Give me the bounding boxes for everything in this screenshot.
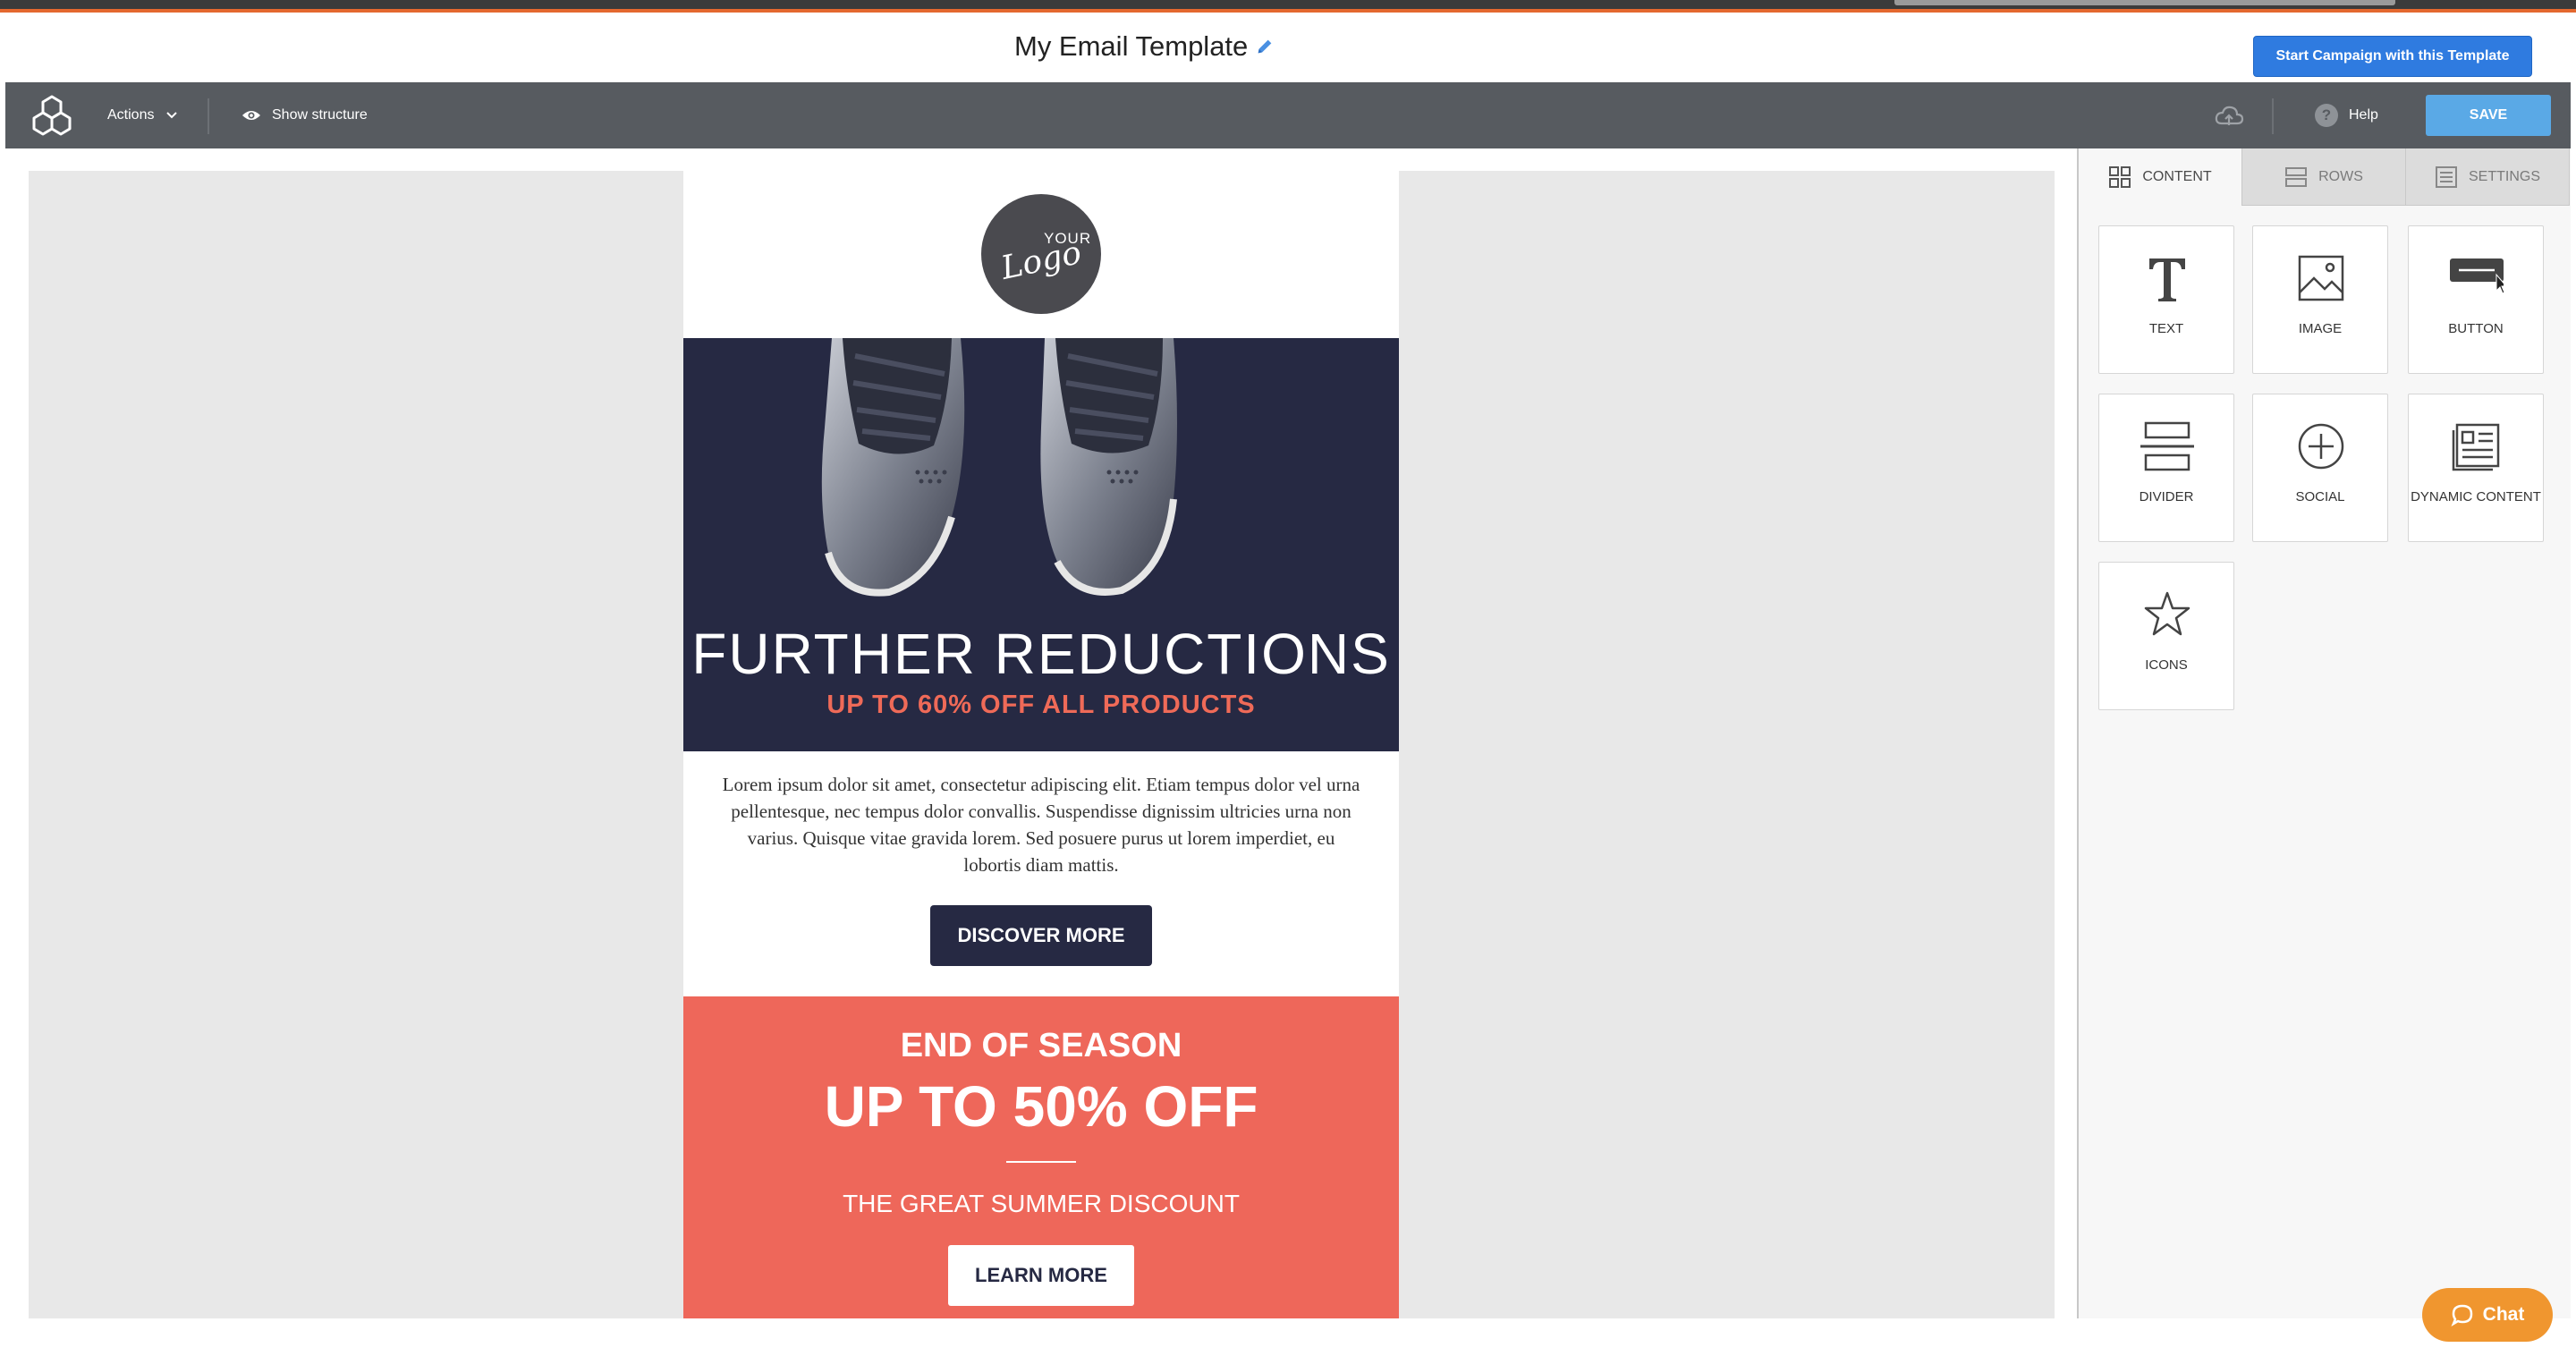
eye-icon bbox=[242, 111, 260, 120]
body-paragraph[interactable]: Lorem ipsum dolor sit amet, consectetur … bbox=[719, 771, 1363, 878]
discover-more-button[interactable]: DISCOVER MORE bbox=[930, 905, 1152, 966]
help-link[interactable]: ? Help bbox=[2315, 102, 2378, 129]
hero-banner[interactable]: FURTHER REDUCTIONS UP TO 60% OFF ALL PRO… bbox=[683, 338, 1399, 751]
template-title-group[interactable]: My Email Template bbox=[1014, 29, 1275, 64]
hero-title: FURTHER REDUCTIONS bbox=[691, 622, 1391, 686]
divider-icon bbox=[2140, 421, 2194, 471]
promo-subline: THE GREAT SUMMER DISCOUNT bbox=[843, 1190, 1240, 1217]
block-button[interactable]: BUTTON bbox=[2408, 225, 2544, 374]
app-logo-icon[interactable] bbox=[27, 91, 77, 141]
block-dynamic-content[interactable]: DYNAMIC CONTENT bbox=[2408, 394, 2544, 542]
chat-bubble-icon bbox=[2451, 1304, 2472, 1326]
chevron-down-icon bbox=[166, 112, 178, 119]
block-label: DIVIDER bbox=[2139, 489, 2194, 504]
logo-row[interactable]: YOUR Logo bbox=[683, 171, 1399, 338]
rows-icon bbox=[2285, 166, 2308, 187]
block-label: DYNAMIC CONTENT bbox=[2411, 489, 2541, 504]
block-label: SOCIAL bbox=[2295, 489, 2345, 504]
chat-button[interactable]: Chat bbox=[2422, 1288, 2553, 1342]
show-structure-label: Show structure bbox=[272, 107, 368, 123]
block-label: TEXT bbox=[2148, 321, 2184, 336]
block-text[interactable]: TEXT bbox=[2098, 225, 2234, 374]
tab-rows[interactable]: ROWS bbox=[2242, 148, 2406, 206]
chat-label: Chat bbox=[2482, 1304, 2525, 1325]
dynamic-content-icon bbox=[2452, 423, 2500, 471]
pencil-icon[interactable] bbox=[1255, 37, 1275, 56]
block-label: ICONS bbox=[2145, 657, 2188, 673]
editor-toolbar: Actions Show structure ? Help SAVE bbox=[5, 82, 2571, 148]
settings-list-icon bbox=[2435, 165, 2457, 188]
tab-label: CONTENT bbox=[2142, 169, 2212, 184]
template-title[interactable]: My Email Template bbox=[1014, 30, 1248, 63]
start-campaign-button[interactable]: Start Campaign with this Template bbox=[2253, 36, 2532, 77]
text-icon bbox=[2149, 258, 2185, 301]
help-label: Help bbox=[2349, 107, 2378, 123]
grid-icon bbox=[2109, 166, 2131, 188]
promo-headline: UP TO 50% OFF bbox=[824, 1074, 1258, 1139]
hero-subtitle: UP TO 60% OFF ALL PRODUCTS bbox=[826, 691, 1256, 719]
cloud-upload-icon[interactable] bbox=[2213, 100, 2245, 132]
block-image[interactable]: IMAGE bbox=[2252, 225, 2388, 374]
promo-divider bbox=[1006, 1161, 1076, 1163]
show-structure-toggle[interactable]: Show structure bbox=[242, 102, 368, 129]
button-icon bbox=[2450, 258, 2504, 294]
logo-word-text: Logo bbox=[997, 234, 1085, 287]
content-sidebar: CONTENT ROWS SETTINGS TEXT IMAGE BUTTON … bbox=[2077, 148, 2571, 1318]
social-icon bbox=[2298, 423, 2344, 470]
title-bar: My Email Template Start Campaign with th… bbox=[0, 13, 2576, 82]
block-social[interactable]: SOCIAL bbox=[2252, 394, 2388, 542]
block-label: BUTTON bbox=[2448, 321, 2504, 336]
actions-menu[interactable]: Actions bbox=[107, 102, 179, 129]
actions-label: Actions bbox=[107, 107, 155, 123]
tab-settings[interactable]: SETTINGS bbox=[2406, 148, 2570, 206]
sidebar-tabs: CONTENT ROWS SETTINGS bbox=[2079, 148, 2571, 206]
shoes-image bbox=[821, 338, 1177, 597]
promo-kicker: END OF SEASON bbox=[900, 1027, 1182, 1064]
email-preview[interactable]: YOUR Logo FURTHER REDUCTIONS UP TO 60% O… bbox=[683, 171, 1399, 1318]
toolbar-divider bbox=[2272, 98, 2274, 134]
tab-label: SETTINGS bbox=[2468, 168, 2540, 184]
block-label: IMAGE bbox=[2298, 321, 2343, 336]
help-icon: ? bbox=[2315, 104, 2338, 127]
toolbar-divider bbox=[208, 98, 209, 134]
scrollbar-thumb[interactable] bbox=[1894, 0, 2395, 5]
tab-content[interactable]: CONTENT bbox=[2079, 148, 2242, 206]
editor-canvas[interactable]: YOUR Logo FURTHER REDUCTIONS UP TO 60% O… bbox=[29, 171, 2055, 1318]
browser-strip bbox=[0, 0, 2576, 13]
logo-image[interactable]: YOUR Logo bbox=[981, 194, 1101, 314]
app-root: My Email Template Start Campaign with th… bbox=[0, 0, 2576, 1356]
body-text-row[interactable]: Lorem ipsum dolor sit amet, consectetur … bbox=[683, 751, 1399, 996]
star-icon bbox=[2144, 591, 2190, 636]
promo-section[interactable]: END OF SEASON UP TO 50% OFF THE GREAT SU… bbox=[683, 996, 1399, 1318]
tab-label: ROWS bbox=[2318, 168, 2363, 184]
image-icon bbox=[2298, 255, 2344, 301]
block-divider[interactable]: DIVIDER bbox=[2098, 394, 2234, 542]
save-button[interactable]: SAVE bbox=[2426, 95, 2551, 136]
learn-more-button[interactable]: LEARN MORE bbox=[948, 1245, 1134, 1306]
block-icons[interactable]: ICONS bbox=[2098, 562, 2234, 710]
